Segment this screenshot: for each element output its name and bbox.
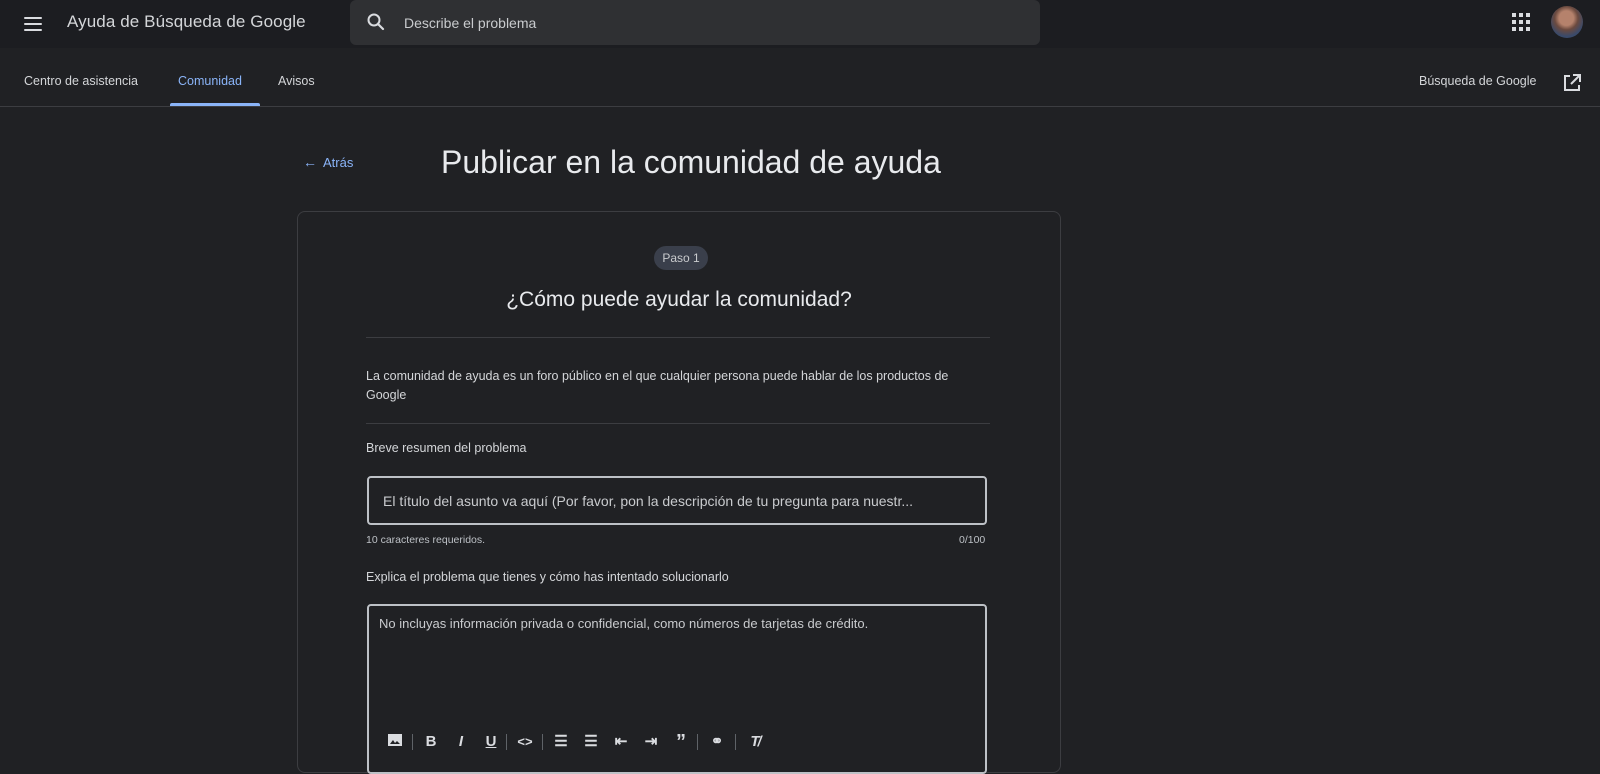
toolbar-separator bbox=[412, 734, 413, 750]
search-box[interactable] bbox=[350, 0, 1040, 45]
code-icon[interactable]: <> bbox=[515, 732, 535, 752]
title-input[interactable] bbox=[367, 476, 987, 525]
link-icon[interactable]: ⚭ bbox=[707, 732, 727, 752]
active-tab-indicator bbox=[170, 103, 260, 106]
form-heading: ¿Cómo puede ayudar la comunidad? bbox=[506, 288, 852, 311]
clear-formatting-icon[interactable]: T̸ bbox=[745, 732, 765, 752]
body-field-label: Explica el problema que tienes y cómo ha… bbox=[366, 570, 729, 584]
search-input[interactable] bbox=[402, 8, 1006, 38]
apps-grid-icon[interactable] bbox=[1512, 13, 1532, 33]
indent-icon[interactable]: ⇥ bbox=[641, 732, 661, 752]
back-link[interactable]: ← Atrás bbox=[303, 154, 353, 170]
italic-icon[interactable]: I bbox=[451, 732, 471, 752]
tab-centro-de-asistencia[interactable]: Centro de asistencia bbox=[24, 74, 138, 88]
post-form-card: Paso 1 ¿Cómo puede ayudar la comunidad? … bbox=[297, 211, 1061, 774]
app-title[interactable]: Ayuda de Búsqueda de Google bbox=[67, 12, 306, 32]
title-helper-text: 10 caracteres requeridos. bbox=[366, 534, 486, 546]
back-label: Atrás bbox=[323, 155, 354, 170]
avatar[interactable] bbox=[1551, 6, 1583, 38]
quote-icon[interactable]: ” bbox=[671, 732, 691, 752]
image-icon[interactable] bbox=[385, 732, 405, 752]
title-char-counter: 0/100 bbox=[959, 534, 986, 546]
secondary-nav: Centro de asistencia Comunidad Avisos bbox=[0, 48, 1600, 107]
outdent-icon[interactable]: ⇤ bbox=[611, 732, 631, 752]
divider bbox=[366, 337, 990, 338]
toolbar-separator bbox=[542, 734, 543, 750]
top-bar: Ayuda de Búsqueda de Google bbox=[0, 0, 1600, 48]
arrow-left-icon: ← bbox=[303, 154, 317, 170]
tab-comunidad[interactable]: Comunidad bbox=[178, 74, 242, 88]
bulleted-list-icon[interactable]: ☰ bbox=[551, 732, 571, 752]
tab-avisos[interactable]: Avisos bbox=[278, 74, 315, 88]
toolbar-separator bbox=[697, 734, 698, 750]
underline-icon[interactable]: U bbox=[481, 732, 501, 752]
search-icon bbox=[367, 13, 385, 31]
page-title: Publicar en la comunidad de ayuda bbox=[441, 144, 941, 180]
external-link-busqueda[interactable]: Búsqueda de Google bbox=[1419, 74, 1536, 88]
open-in-new-icon[interactable] bbox=[1562, 73, 1582, 93]
numbered-list-icon[interactable]: ☰ bbox=[581, 732, 601, 752]
intro-text: La comunidad de ayuda es un foro público… bbox=[366, 369, 949, 402]
hamburger-menu-icon[interactable] bbox=[21, 12, 45, 36]
title-field-label: Breve resumen del problema bbox=[366, 441, 527, 455]
bold-icon[interactable]: B bbox=[421, 732, 441, 752]
toolbar-separator bbox=[506, 734, 507, 750]
toolbar-separator bbox=[735, 734, 736, 750]
divider bbox=[366, 423, 990, 424]
step-badge: Paso 1 bbox=[654, 246, 708, 270]
